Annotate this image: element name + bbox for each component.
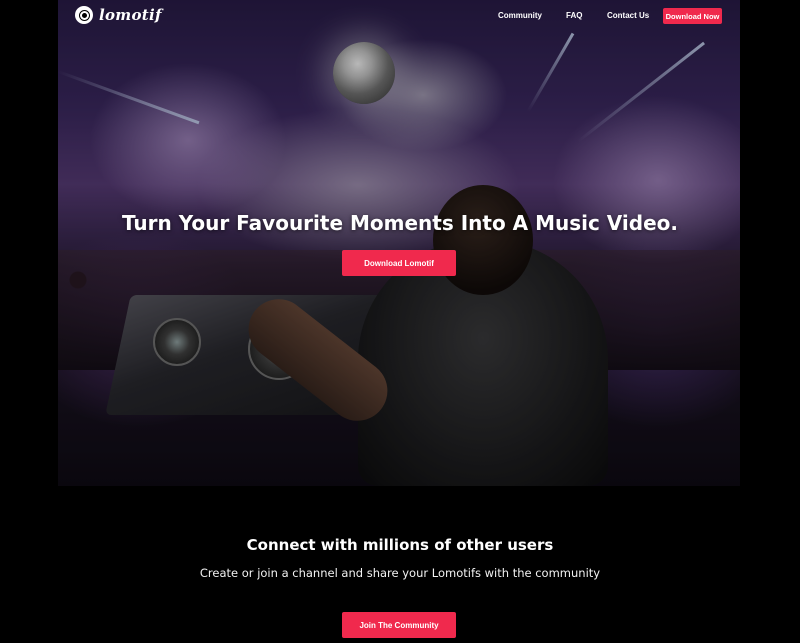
brand-logo[interactable]: lomotif <box>75 6 162 24</box>
join-community-button[interactable]: Join The Community <box>342 612 456 638</box>
community-subtitle: Create or join a channel and share your … <box>199 566 601 580</box>
community-title: Connect with millions of other users <box>246 536 554 554</box>
nav-link-contact[interactable]: Contact Us <box>607 11 649 20</box>
nav-link-faq[interactable]: FAQ <box>566 11 582 20</box>
top-nav: lomotif Community FAQ Contact Us Downloa… <box>0 0 800 32</box>
brand-name: lomotif <box>99 6 162 24</box>
download-lomotif-button[interactable]: Download Lomotif <box>342 250 456 276</box>
download-now-button[interactable]: Download Now <box>663 8 722 24</box>
hero-image <box>58 0 740 486</box>
nav-link-community[interactable]: Community <box>498 11 542 20</box>
hero-overlay <box>58 0 740 486</box>
hero-title: Turn Your Favourite Moments Into A Music… <box>121 211 679 235</box>
lomotif-logo-icon <box>75 6 93 24</box>
